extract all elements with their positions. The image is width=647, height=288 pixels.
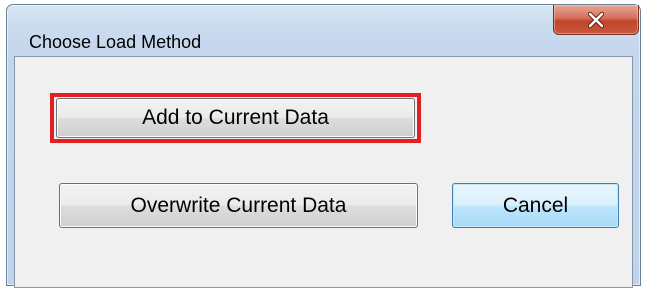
dialog-title: Choose Load Method [29, 32, 202, 52]
close-button[interactable] [553, 5, 639, 35]
title-bar[interactable]: Choose Load Method [7, 5, 640, 55]
dialog-body: Add to Current Data Overwrite Current Da… [14, 56, 633, 288]
cancel-button[interactable]: Cancel [452, 183, 619, 228]
overwrite-current-data-button[interactable]: Overwrite Current Data [59, 183, 418, 228]
add-to-current-data-button[interactable]: Add to Current Data [56, 98, 415, 138]
choose-load-method-dialog: Choose Load Method Add to Current Data O… [6, 4, 641, 288]
close-icon [587, 11, 605, 28]
